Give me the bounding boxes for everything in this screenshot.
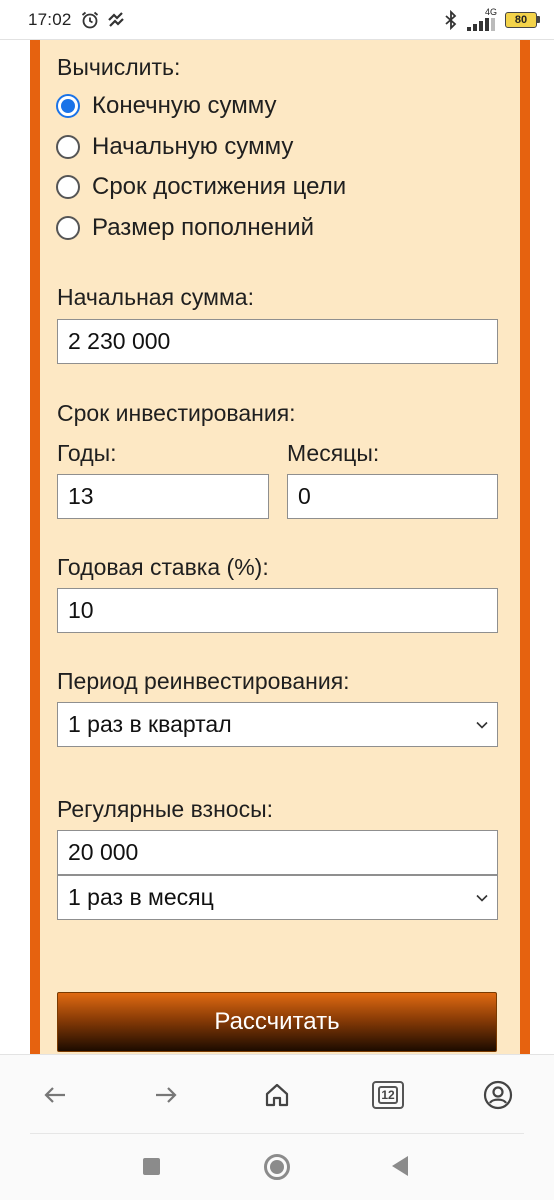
radio-button-checked[interactable] bbox=[56, 94, 80, 118]
contributions-input[interactable]: 20 000 bbox=[57, 830, 498, 875]
years-label: Годы: bbox=[57, 440, 117, 466]
initial-amount-label: Начальная сумма: bbox=[57, 284, 254, 310]
calculator-panel: Вычислить: Конечную сумму Начальную сумм… bbox=[30, 40, 530, 1054]
radio-button[interactable] bbox=[56, 135, 80, 159]
alarm-icon bbox=[81, 11, 98, 28]
reinvest-selected-value: 1 раз в квартал bbox=[68, 711, 232, 737]
months-input[interactable]: 0 bbox=[287, 474, 498, 519]
term-label: Срок инвестирования: bbox=[57, 400, 296, 426]
recent-apps-icon[interactable] bbox=[143, 1158, 160, 1175]
chevron-down-icon bbox=[476, 721, 488, 729]
battery-icon: 80 bbox=[505, 11, 540, 28]
battery-level: 80 bbox=[505, 11, 537, 28]
status-bar: 17:02 4G 80 bbox=[0, 0, 554, 40]
browser-toolbar: 12 bbox=[0, 1054, 554, 1134]
radio-label: Начальную сумму bbox=[92, 133, 294, 160]
home-icon[interactable] bbox=[261, 1079, 293, 1111]
home-button-icon[interactable] bbox=[264, 1154, 290, 1180]
chevron-down-icon bbox=[476, 894, 488, 902]
back-arrow-icon[interactable] bbox=[39, 1079, 71, 1111]
tabs-icon[interactable]: 12 bbox=[372, 1079, 404, 1111]
radio-initial-amount[interactable]: Начальную сумму bbox=[56, 133, 293, 161]
months-label: Месяцы: bbox=[287, 440, 380, 466]
initial-amount-input[interactable]: 2 230 000 bbox=[57, 319, 498, 364]
calculate-label: Вычислить: bbox=[57, 54, 181, 80]
profile-icon[interactable] bbox=[482, 1079, 514, 1111]
forward-arrow-icon[interactable] bbox=[150, 1079, 182, 1111]
app-notification-icon bbox=[107, 11, 124, 27]
network-type: 4G bbox=[484, 7, 497, 17]
radio-button[interactable] bbox=[56, 216, 80, 240]
radio-label: Размер пополнений bbox=[92, 214, 314, 241]
status-time: 17:02 bbox=[28, 9, 72, 29]
web-content: Вычислить: Конечную сумму Начальную сумм… bbox=[0, 40, 554, 1054]
radio-final-amount[interactable]: Конечную сумму bbox=[56, 92, 277, 120]
system-navigation-bar bbox=[0, 1134, 554, 1200]
radio-label: Конечную сумму bbox=[92, 92, 277, 119]
system-back-icon[interactable] bbox=[392, 1156, 408, 1176]
contributions-label: Регулярные взносы: bbox=[57, 796, 274, 822]
signal-icon bbox=[467, 18, 495, 31]
rate-input[interactable]: 10 bbox=[57, 588, 498, 633]
contributions-period-selected-value: 1 раз в месяц bbox=[68, 884, 214, 910]
radio-goal-term[interactable]: Срок достижения цели bbox=[56, 173, 346, 201]
tabs-count: 12 bbox=[378, 1086, 398, 1104]
years-input[interactable]: 13 bbox=[57, 474, 269, 519]
radio-contribution-size[interactable]: Размер пополнений bbox=[56, 214, 314, 242]
reinvest-select[interactable]: 1 раз в квартал bbox=[57, 702, 498, 747]
contributions-period-select[interactable]: 1 раз в месяц bbox=[57, 875, 498, 920]
reinvest-label: Период реинвестирования: bbox=[57, 668, 350, 694]
radio-button[interactable] bbox=[56, 175, 80, 199]
rate-label: Годовая ставка (%): bbox=[57, 554, 269, 580]
bluetooth-icon bbox=[445, 9, 457, 30]
radio-label: Срок достижения цели bbox=[92, 173, 347, 200]
calculate-button[interactable]: Рассчитать bbox=[57, 992, 497, 1052]
